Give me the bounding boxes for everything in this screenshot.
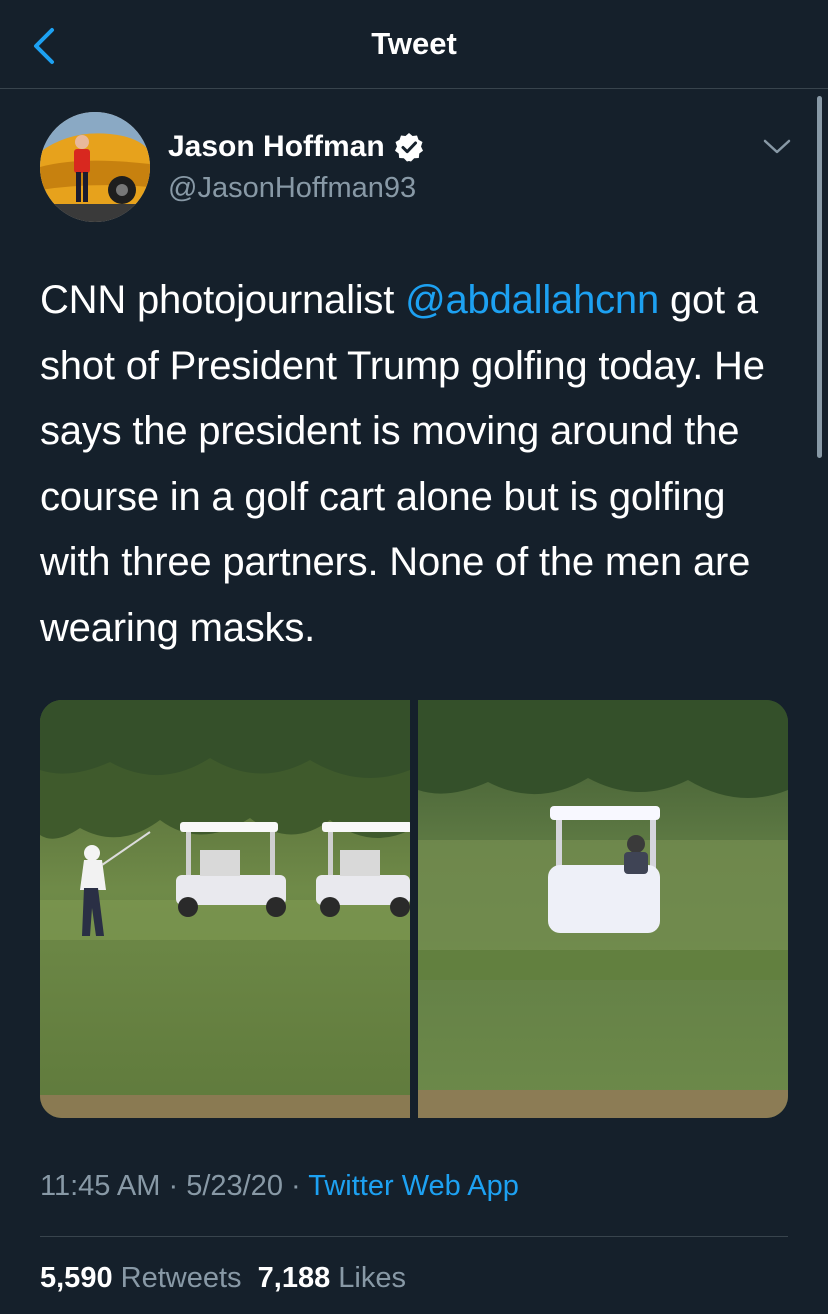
tweet-text-part: got a shot of President Trump golfing to… [40, 278, 765, 650]
media-photo[interactable] [40, 700, 410, 1118]
likes-label: Likes [338, 1262, 406, 1294]
media-grid [40, 700, 788, 1118]
divider [40, 1236, 788, 1237]
verified-badge-icon [394, 133, 423, 162]
scrollbar[interactable] [817, 96, 822, 458]
tweet-stats: 5,590 Retweets 7,188 Likes [40, 1262, 406, 1295]
media-photo[interactable] [418, 700, 788, 1118]
retweets-stat[interactable]: 5,590 Retweets [40, 1262, 242, 1294]
author-name[interactable]: Jason Hoffman [168, 130, 385, 164]
source-app-link[interactable]: Twitter Web App [308, 1170, 519, 1202]
tweet-meta: 11:45 AM · 5/23/20 · Twitter Web App [40, 1170, 519, 1203]
mention-link[interactable]: @abdallahcnn [405, 278, 659, 322]
tweet-text-part: CNN photojournalist [40, 278, 406, 322]
tweet-time: 11:45 AM [40, 1170, 161, 1202]
retweets-label: Retweets [120, 1262, 242, 1294]
page-title: Tweet [371, 26, 457, 61]
likes-stat[interactable]: 7,188 Likes [258, 1262, 406, 1294]
top-bar: Tweet [0, 0, 828, 89]
author-handle[interactable]: @JasonHoffman93 [168, 172, 416, 205]
retweets-count: 5,590 [40, 1262, 113, 1294]
likes-count: 7,188 [257, 1262, 331, 1294]
author-name-row[interactable]: Jason Hoffman [168, 130, 425, 164]
tweet-page: Tweet Jason Hoffman @JasonHoffman93 CNN … [0, 0, 828, 1314]
tweet-date: 5/23/20 [186, 1170, 283, 1202]
meta-separator: · [168, 1170, 179, 1202]
avatar[interactable] [40, 112, 150, 222]
tweet-text: CNN photojournalist @abdallahcnn got a s… [40, 268, 800, 661]
meta-separator: · [291, 1170, 301, 1202]
chevron-down-icon[interactable] [762, 136, 792, 158]
